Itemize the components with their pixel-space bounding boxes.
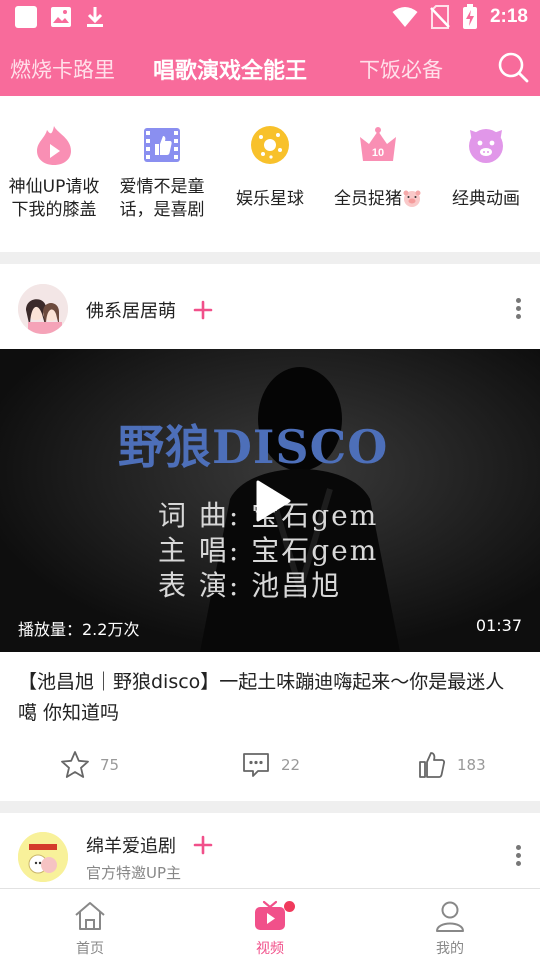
follow-plus-icon[interactable] — [193, 835, 213, 855]
donut-icon — [251, 126, 289, 164]
bottom-nav-video[interactable]: 视频 — [180, 889, 360, 960]
bottom-nav-label: 首页 — [76, 941, 104, 957]
battery-charging-icon — [462, 4, 477, 29]
avatar[interactable] — [18, 832, 68, 882]
pig-emoji-icon — [403, 190, 421, 207]
comment-button[interactable]: 22 — [241, 749, 300, 781]
bottom-nav-home[interactable]: 首页 — [0, 889, 180, 960]
download-icon — [87, 7, 103, 27]
favorite-count: 75 — [100, 756, 120, 774]
bottom-nav-profile[interactable]: 我的 — [360, 889, 540, 960]
category-label: 全员捉猪 — [334, 189, 402, 209]
avatar-couple-illustration — [18, 284, 68, 334]
notification-dot — [284, 901, 295, 912]
bottom-navigation: 首页 视频 我的 — [0, 888, 540, 960]
no-sim-icon — [430, 5, 450, 29]
svg-text:10: 10 — [372, 147, 384, 159]
video-duration: 01:37 — [475, 616, 522, 635]
category-item-up-recommend[interactable]: 神仙UP请收 下我的膝盖 — [0, 96, 108, 252]
avatar-sheep-logo — [18, 832, 68, 882]
top-category-tabs: 燃烧卡路里 唱歌演戏全能王 下饭必备 — [0, 36, 540, 96]
avatar[interactable] — [18, 284, 68, 334]
video-view-count: 播放量：2.2万次 — [18, 620, 140, 639]
status-time: 2:18 — [489, 6, 528, 27]
cartoon-face-icon — [469, 129, 503, 163]
video-credit-line: 主 唱: 宝石gem — [158, 534, 379, 567]
image-icon — [51, 7, 71, 27]
category-label: 经典动画 — [452, 189, 520, 209]
film-thumbs-up-icon — [144, 128, 180, 162]
tab-singing-acting[interactable]: 唱歌演戏全能王 — [153, 53, 307, 85]
category-label-line: 神仙UP请收 — [8, 177, 100, 197]
like-button[interactable]: 183 — [417, 749, 486, 781]
app-square-icon — [15, 6, 37, 28]
more-options-icon[interactable] — [510, 842, 526, 872]
video-player[interactable]: 野狼DISCO 词 曲: 宝石gem 主 唱: 宝石gem 表 演: 池昌旭 播… — [0, 349, 540, 652]
star-icon — [61, 751, 89, 778]
category-item-romance-comedy[interactable]: 爱情不是童 话，是喜剧 — [108, 96, 216, 252]
category-label-line: 爱情不是童 — [119, 177, 205, 197]
wifi-icon — [392, 7, 418, 27]
bottom-nav-label: 视频 — [256, 941, 284, 957]
category-item-catch-pig[interactable]: 10 全员捉猪 — [324, 96, 432, 252]
status-bar: 2:18 — [0, 0, 540, 36]
author-name[interactable]: 佛系居居萌 — [86, 297, 176, 323]
more-options-icon[interactable] — [510, 295, 526, 325]
tab-burn-calories[interactable]: 燃烧卡路里 — [10, 54, 115, 84]
video-post-card: 绵羊爱追剧 官方特邀UP主 — [0, 813, 540, 888]
thumbs-up-icon — [419, 752, 446, 778]
video-title-overlay: 野狼DISCO — [118, 420, 389, 474]
author-badge-text: 官方特邀UP主 — [86, 864, 182, 882]
video-post-card: 佛系居居萌 野狼DISCO 词 曲: 宝石gem 主 唱: 宝石gem 表 演:… — [0, 264, 540, 801]
search-icon[interactable] — [496, 50, 530, 84]
follow-plus-icon[interactable] — [193, 300, 213, 320]
post-description[interactable]: 【池昌旭｜野狼disco】一起土味蹦迪嗨起来～你是最迷人噶 你知道吗 — [18, 667, 518, 729]
favorite-button[interactable]: 75 — [60, 749, 119, 781]
video-credit-line: 表 演: 池昌旭 — [158, 569, 342, 602]
comment-icon — [243, 753, 269, 777]
author-name[interactable]: 绵羊爱追剧 — [86, 832, 176, 858]
category-item-classic-cartoon[interactable]: 经典动画 — [432, 96, 540, 252]
category-item-entertainment[interactable]: 娱乐星球 — [216, 96, 324, 252]
comment-count: 22 — [281, 756, 301, 774]
home-icon — [75, 902, 105, 930]
category-label-line: 话，是喜剧 — [119, 200, 205, 220]
person-icon — [436, 901, 464, 932]
bottom-nav-label: 我的 — [436, 941, 464, 957]
category-shortcuts: 神仙UP请收 下我的膝盖 爱情不是童 话，是喜剧 娱乐星球 10 全员捉猪 经典… — [0, 96, 540, 252]
category-label-line: 下我的膝盖 — [11, 200, 97, 220]
crown-icon: 10 — [360, 127, 396, 161]
tab-meal-companion[interactable]: 下饭必备 — [359, 54, 443, 84]
play-icon[interactable] — [252, 479, 292, 523]
category-label: 娱乐星球 — [236, 189, 304, 209]
flame-play-icon — [37, 126, 71, 165]
tv-video-icon — [255, 900, 285, 930]
like-count: 183 — [457, 756, 486, 774]
